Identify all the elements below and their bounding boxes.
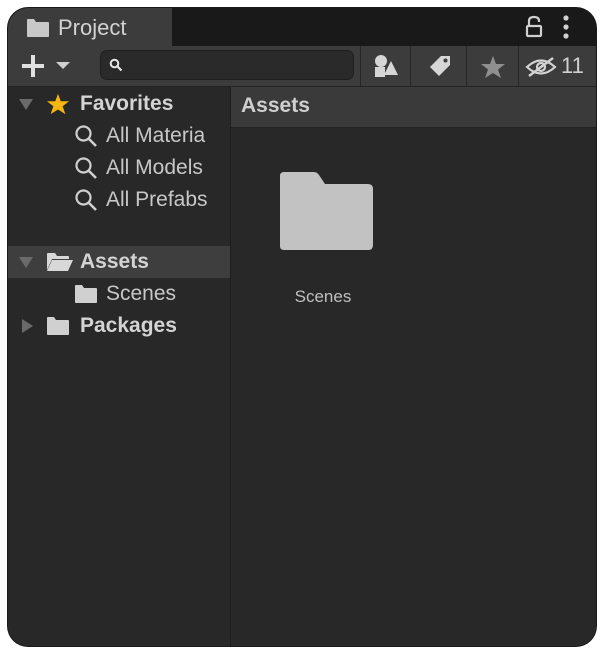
tree-label-favorites: Favorites <box>80 92 174 115</box>
plus-icon <box>22 55 44 77</box>
tree-label-packages: Packages <box>80 314 177 337</box>
hidden-packages-count: 11 <box>561 53 584 78</box>
hidden-packages-toggle[interactable]: 11 <box>518 46 596 86</box>
tree-label-scenes: Scenes <box>106 282 177 305</box>
tab-bar: Project <box>8 8 596 46</box>
search-icon <box>75 189 97 211</box>
tab-project[interactable]: Project <box>8 8 172 46</box>
tree-label-all-materials: All Materia <box>106 124 206 147</box>
tag-icon <box>430 56 450 76</box>
eye-slash-icon <box>525 57 557 77</box>
breadcrumb-assets[interactable]: Assets <box>241 94 310 118</box>
search-by-label-button[interactable] <box>410 46 466 86</box>
folder-icon <box>47 317 69 335</box>
search-by-type-button[interactable] <box>360 46 410 86</box>
folder-icon <box>280 172 373 250</box>
tree-item-scenes[interactable]: Scenes <box>8 278 230 310</box>
search-input[interactable] <box>127 51 351 81</box>
folder-tree: Favorites All Materia All Models All Pre… <box>8 87 231 646</box>
add-asset-button[interactable] <box>20 52 76 80</box>
tree-label-all-prefabs: All Prefabs <box>106 188 208 211</box>
tree-item-all-materials[interactable]: All Materia <box>8 120 230 152</box>
chevron-right-icon <box>22 319 33 333</box>
lock-icon[interactable] <box>524 15 544 44</box>
chevron-down-icon <box>19 99 33 110</box>
asset-item[interactable]: Scenes <box>271 171 383 315</box>
folder-icon <box>26 18 50 43</box>
tab-label: Project <box>58 15 127 40</box>
kebab-menu-icon[interactable] <box>562 14 570 45</box>
chevron-down-icon <box>19 257 33 268</box>
search-icon <box>109 58 123 77</box>
search-field[interactable] <box>100 50 354 81</box>
asset-browser: Assets Scenes <box>231 87 596 646</box>
tree-label-all-models: All Models <box>106 156 203 179</box>
search-icon <box>75 157 97 179</box>
folder-icon <box>75 285 97 303</box>
tree-item-packages[interactable]: Packages <box>8 310 230 342</box>
favorite-star-icon <box>46 93 70 115</box>
tree-item-all-models[interactable]: All Models <box>8 152 230 184</box>
save-search-favorite-button[interactable] <box>466 46 518 86</box>
shapes-icon <box>375 55 398 77</box>
tree-item-assets[interactable]: Assets <box>8 246 230 278</box>
toolbar: 11 <box>8 46 596 87</box>
asset-label: Scenes <box>294 287 352 306</box>
project-window: Project 11 Favorites All Materia All Mod… <box>8 8 596 646</box>
tree-item-favorites[interactable]: Favorites <box>8 88 230 120</box>
folder-open-icon <box>47 253 73 271</box>
tree-item-all-prefabs[interactable]: All Prefabs <box>8 184 230 216</box>
search-icon <box>75 125 97 147</box>
tree-label-assets: Assets <box>80 250 149 273</box>
star-icon <box>481 56 505 78</box>
breadcrumb: Assets <box>231 87 596 128</box>
